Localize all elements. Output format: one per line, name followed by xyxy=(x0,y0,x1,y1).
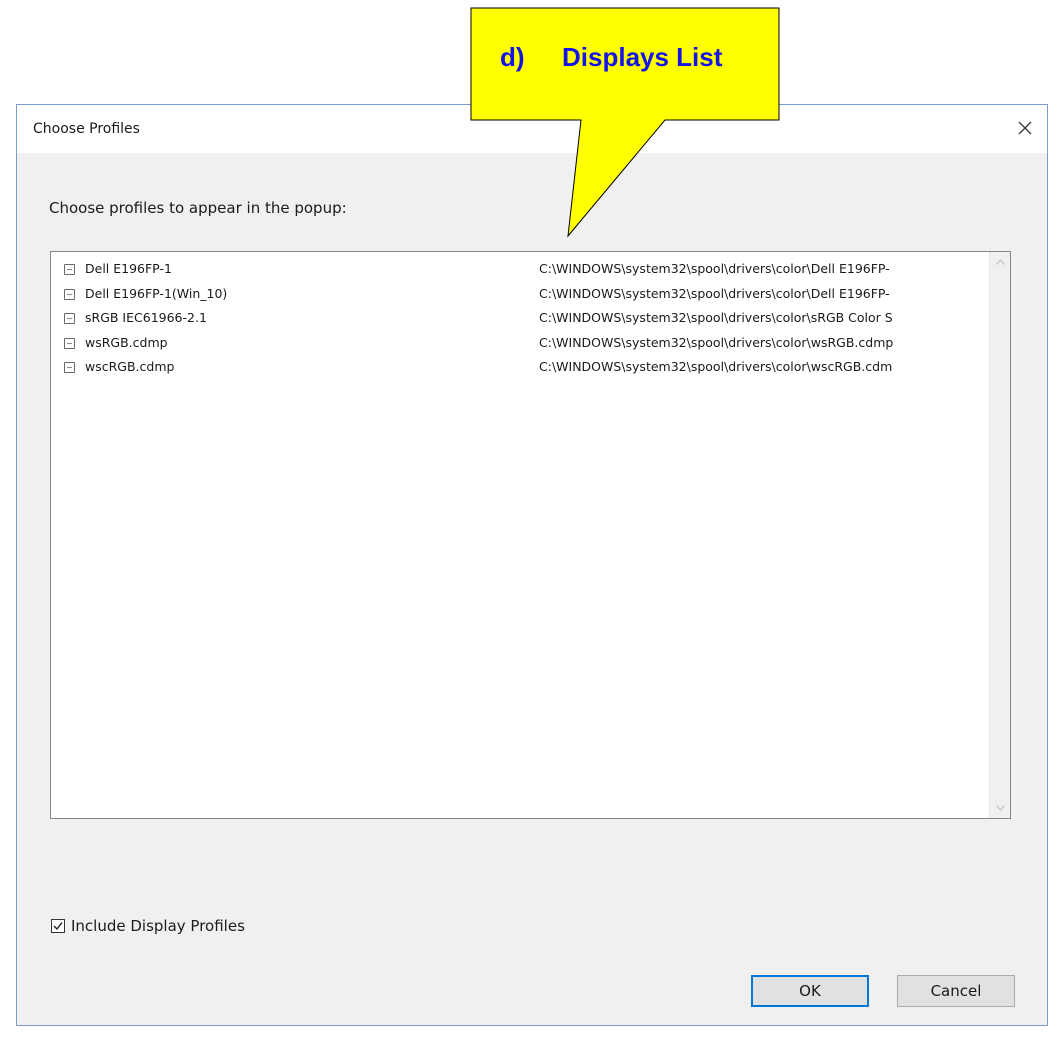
profile-checkbox[interactable] xyxy=(64,264,75,275)
callout-title: Displays List xyxy=(562,42,723,72)
choose-profiles-dialog: Choose Profiles Choose profiles to appea… xyxy=(16,104,1048,1026)
chevron-down-icon xyxy=(995,805,1005,811)
profile-row[interactable]: wsRGB.cdmp C:\WINDOWS\system32\spool\driv… xyxy=(51,333,989,357)
cancel-button[interactable]: Cancel xyxy=(897,975,1015,1007)
checkmark-icon xyxy=(53,922,63,931)
profile-checkbox[interactable] xyxy=(64,288,75,300)
profile-name: Dell E196FP-1(Win_10) xyxy=(85,285,228,301)
close-button[interactable] xyxy=(1007,111,1043,145)
profile-path: C:\WINDOWS\system32\spool\drivers\color\… xyxy=(539,261,890,276)
scroll-up-button[interactable] xyxy=(990,252,1010,272)
callout-prefix: d) xyxy=(500,42,525,72)
include-display-profiles-label: Include Display Profiles xyxy=(71,917,245,935)
profile-path: C:\WINDOWS\system32\spool\drivers\color\… xyxy=(539,310,893,325)
profile-row[interactable]: sRGB IEC61966-2.1 C:\WINDOWS\system32\spo… xyxy=(51,308,989,332)
profile-name: Dell E196FP-1 xyxy=(85,261,172,276)
profile-name: wsRGB.cdmp xyxy=(85,334,168,350)
dialog-title: Choose Profiles xyxy=(33,121,140,137)
profile-checkbox[interactable] xyxy=(64,362,75,373)
profile-row[interactable]: wscRGB.cdmp C:\WINDOWS\system32\spool\dri… xyxy=(51,357,989,381)
ok-button[interactable]: OK xyxy=(751,975,869,1007)
include-display-profiles-box[interactable] xyxy=(51,919,65,933)
profiles-list[interactable]: Dell E196FP-1 C:\WINDOWS\system32\spool\d… xyxy=(50,251,1011,819)
screenshot-stage: Choose Profiles Choose profiles to appea… xyxy=(0,0,1059,1037)
vertical-scrollbar[interactable] xyxy=(989,252,1010,818)
chevron-up-icon xyxy=(995,259,1005,265)
instruction-text: Choose profiles to appear in the popup: xyxy=(49,199,347,217)
profile-path: C:\WINDOWS\system32\spool\drivers\color\… xyxy=(539,359,893,374)
profile-checkbox[interactable] xyxy=(64,337,75,349)
profile-name: wscRGB.cdmp xyxy=(85,359,175,374)
profile-path: C:\WINDOWS\system32\spool\drivers\color\… xyxy=(539,285,890,301)
profile-row[interactable]: Dell E196FP-1(Win_10) C:\WINDOWS\system32… xyxy=(51,284,989,308)
title-bar: Choose Profiles xyxy=(17,105,1047,153)
close-icon xyxy=(1018,121,1032,135)
profile-checkbox[interactable] xyxy=(64,313,75,324)
scroll-down-button[interactable] xyxy=(990,798,1010,818)
profile-path: C:\WINDOWS\system32\spool\drivers\color\… xyxy=(539,334,894,350)
profile-name: sRGB IEC61966-2.1 xyxy=(85,310,207,325)
profile-row[interactable]: Dell E196FP-1 C:\WINDOWS\system32\spool\d… xyxy=(51,259,989,283)
include-display-profiles-checkbox[interactable]: Include Display Profiles xyxy=(51,915,245,937)
callout-label: d) Displays List xyxy=(472,42,780,82)
